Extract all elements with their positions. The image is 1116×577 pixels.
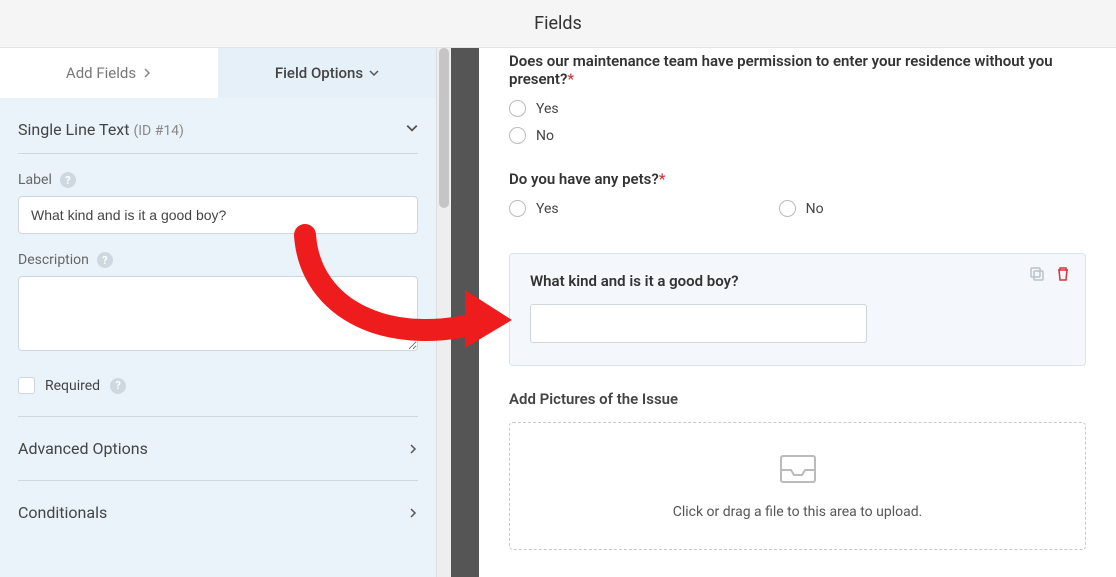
app-body: Add Fields Field Options Single Line Tex… [0, 48, 1116, 577]
description-row: Description ? [18, 234, 418, 355]
tab-add-label: Add Fields [66, 64, 136, 82]
radio-option[interactable]: No [509, 127, 1086, 144]
field-options-panel: Single Line Text (ID #14) Label ? Descri… [0, 98, 436, 577]
radio-option[interactable]: Yes [509, 100, 1086, 117]
left-scrollbar[interactable] [437, 48, 451, 577]
upload-label: Add Pictures of the Issue [509, 390, 1086, 408]
field-type-header[interactable]: Single Line Text (ID #14) [18, 98, 418, 154]
left-panel: Add Fields Field Options Single Line Tex… [0, 48, 437, 577]
chevron-right-icon [142, 64, 152, 82]
description-input[interactable] [18, 276, 418, 351]
panel-divider [451, 48, 479, 577]
chevron-down-icon [406, 122, 418, 138]
question-label: Does our maintenance team have permissio… [509, 52, 1086, 88]
inbox-icon [778, 452, 818, 490]
tabs: Add Fields Field Options [0, 48, 436, 98]
selected-field[interactable]: What kind and is it a good boy? [509, 253, 1086, 366]
page-title: Fields [534, 13, 582, 34]
label-row: Label ? [18, 154, 418, 234]
required-label: Required [45, 378, 100, 394]
page-header: Fields [0, 0, 1116, 48]
chevron-right-icon [408, 503, 418, 522]
form-preview: Does our maintenance team have permissio… [479, 48, 1116, 577]
scrollbar-thumb[interactable] [439, 48, 449, 208]
tab-options-label: Field Options [275, 64, 363, 82]
tab-add-fields[interactable]: Add Fields [0, 48, 218, 98]
radio-icon[interactable] [779, 200, 796, 217]
radio-label: No [536, 128, 554, 144]
upload-block: Add Pictures of the Issue Click or drag … [509, 390, 1086, 550]
field-type-title: Single Line Text (ID #14) [18, 120, 184, 139]
field-type-name: Single Line Text [18, 120, 129, 139]
radio-icon[interactable] [509, 100, 526, 117]
trash-icon[interactable] [1055, 266, 1071, 282]
question-label: Do you have any pets?* [509, 170, 1086, 188]
radio-icon[interactable] [509, 200, 526, 217]
help-icon[interactable]: ? [60, 172, 76, 188]
radio-icon[interactable] [509, 127, 526, 144]
radio-label: Yes [536, 101, 559, 117]
conditionals-label: Conditionals [18, 503, 107, 522]
radio-option[interactable]: Yes [509, 200, 559, 217]
chevron-down-icon [369, 64, 379, 82]
required-row: Required ? [18, 355, 418, 417]
required-star: * [567, 70, 574, 88]
conditionals-row[interactable]: Conditionals [18, 481, 418, 544]
tab-field-options[interactable]: Field Options [218, 48, 436, 98]
file-dropzone[interactable]: Click or drag a file to this area to upl… [509, 422, 1086, 550]
question-pets: Do you have any pets?* Yes No [509, 170, 1086, 227]
help-icon[interactable]: ? [97, 252, 113, 268]
required-checkbox[interactable] [18, 377, 35, 394]
required-star: * [659, 170, 666, 188]
help-icon[interactable]: ? [110, 378, 126, 394]
radio-label: Yes [536, 201, 559, 217]
description-heading: Description [18, 252, 89, 268]
duplicate-icon[interactable] [1029, 266, 1045, 282]
radio-label: No [806, 201, 824, 217]
radio-option[interactable]: No [779, 200, 824, 217]
chevron-right-icon [408, 439, 418, 458]
field-actions [1029, 266, 1071, 282]
dropzone-hint: Click or drag a file to this area to upl… [673, 504, 923, 520]
field-id-label: (ID #14) [133, 123, 184, 139]
selected-field-label: What kind and is it a good boy? [530, 272, 1065, 290]
selected-field-input[interactable] [530, 304, 867, 343]
advanced-options-label: Advanced Options [18, 439, 148, 458]
label-input[interactable] [18, 196, 418, 234]
advanced-options-row[interactable]: Advanced Options [18, 417, 418, 481]
question-permission: Does our maintenance team have permissio… [509, 52, 1086, 144]
label-heading: Label [18, 172, 52, 188]
